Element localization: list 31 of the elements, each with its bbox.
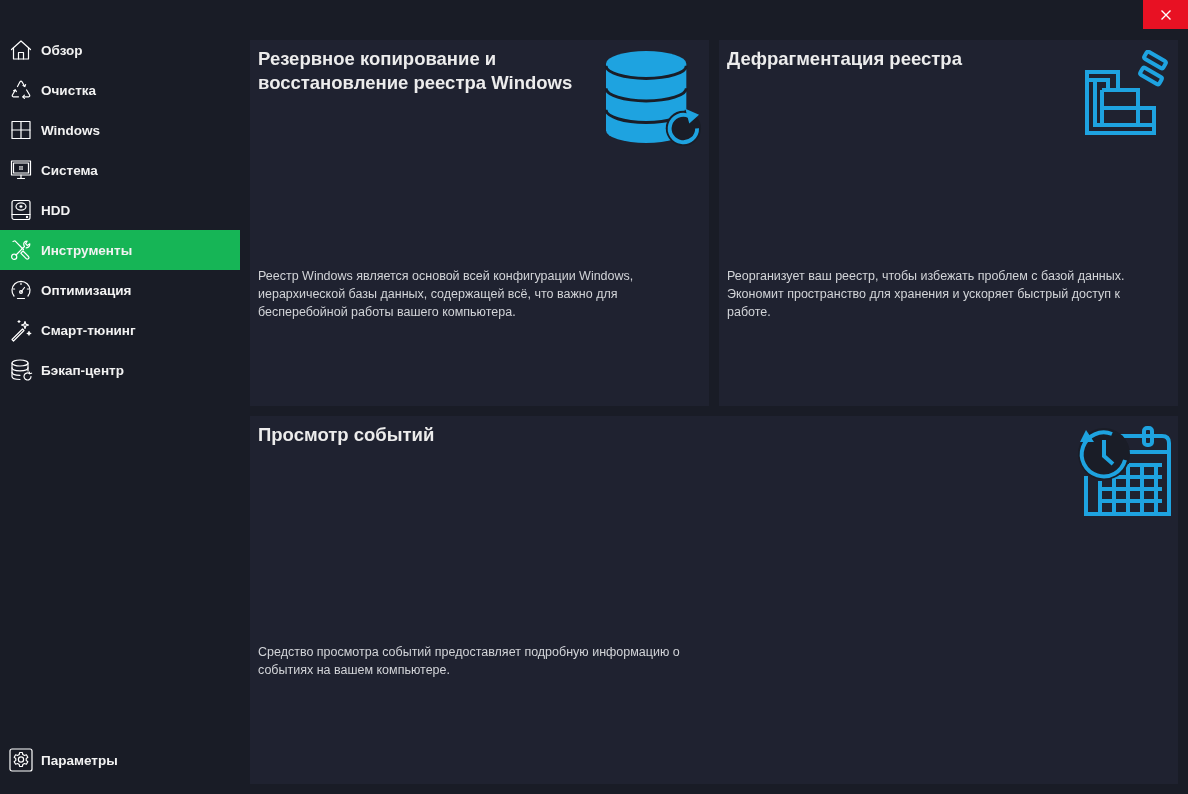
close-icon	[1160, 9, 1171, 20]
settings-item[interactable]: Параметры	[0, 740, 240, 780]
card-description: Средство просмотра событий предоставляет подробную информацию о событиях на вашем компьютере.	[258, 644, 681, 679]
sidebar-item[interactable]: Оптимизация	[0, 270, 240, 310]
card-description: Реестр Windows является основой всей конфигурации Windows, иерархической базы данных, содержащей всё, что важно для бесперебойной работы вашего компьютера.	[258, 268, 635, 321]
tool-card[interactable]	[250, 40, 709, 406]
sidebar-item[interactable]: Windows	[0, 110, 240, 150]
recycle-icon	[9, 78, 33, 102]
hard-drive-icon	[9, 198, 33, 222]
gauge-icon	[9, 278, 33, 302]
tool-card[interactable]: Просмотр событий Средство просмотра событий предоставляет подробную информацию о событиях на вашем компьютере.	[250, 416, 1178, 784]
sidebar-item[interactable]: Смарт-тюнинг	[0, 310, 240, 350]
monitor-icon	[9, 158, 33, 182]
tool-card[interactable]: Дефрагментация реестра Реорганизует ваш реестр, чтобы избежать проблем с базой данных. Экономит пространство для хранения и ускоряет быстрый доступ к работе.	[719, 40, 1178, 406]
sidebar-item[interactable]: Обзор	[0, 30, 240, 70]
sidebar-item[interactable]: Система	[0, 150, 240, 190]
house-icon	[9, 38, 33, 62]
magic-wand-icon	[9, 318, 33, 342]
card-title: Просмотр событий	[258, 423, 435, 447]
card-title: Дефрагментация реестра	[727, 47, 962, 71]
database-refresh-icon	[605, 50, 703, 146]
database-icon	[9, 358, 33, 382]
sidebar-item[interactable]: Бэкап-центр	[0, 350, 240, 390]
card-description: Реорганизует ваш реестр, чтобы избежать проблем с базой данных. Экономит пространство для хранения и ускоряет быстрый доступ к работе.	[727, 268, 1126, 321]
card-title: Резервное копирование и восстановление реестра Windows	[258, 47, 574, 95]
calendar-clock-icon	[1076, 426, 1172, 518]
sidebar-item[interactable]: Очистка	[0, 70, 240, 110]
settings-icon	[9, 748, 33, 772]
wrench-screwdriver-icon	[9, 238, 33, 262]
sidebar-item[interactable]: HDD	[0, 190, 240, 230]
window-panes-icon	[9, 118, 33, 142]
